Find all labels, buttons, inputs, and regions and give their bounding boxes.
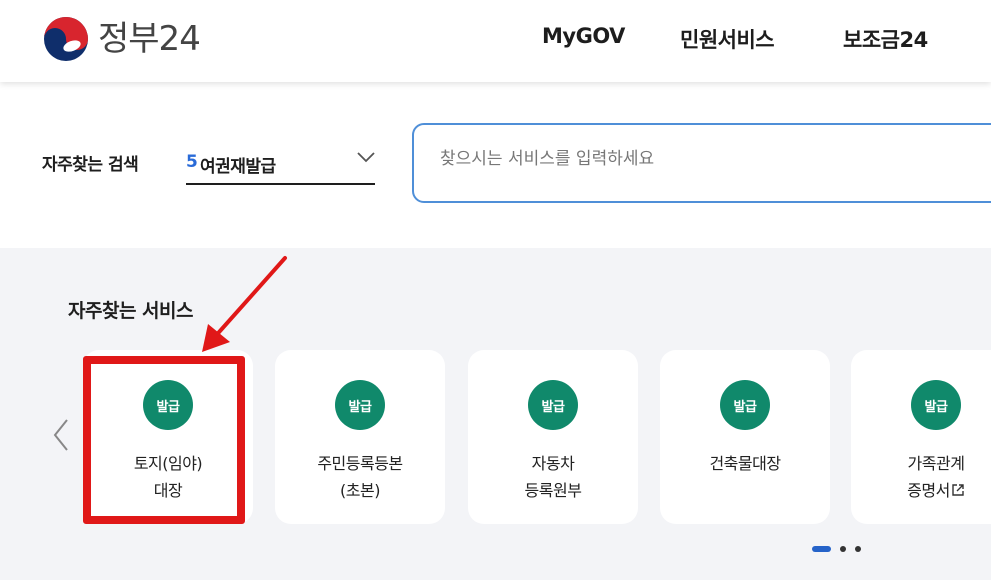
pagination-dot[interactable] [855, 546, 861, 552]
search-input[interactable] [440, 149, 960, 169]
search-box[interactable] [412, 123, 991, 203]
service-card-label: 건축물대장 [660, 450, 830, 477]
issue-badge: 발급 [335, 380, 385, 430]
service-card-line: 자동차 [531, 454, 575, 473]
pagination-dot-active[interactable] [812, 546, 831, 552]
gov24-logo[interactable]: 정부24 [42, 15, 201, 63]
nav-mygov[interactable]: MyGOV [542, 24, 625, 48]
frequent-services-title: 자주찾는 서비스 [68, 300, 193, 322]
service-card-label: 주민등록등본 (초본) [275, 450, 445, 504]
logo-text: 정부24 [98, 19, 201, 59]
pagination-dot[interactable] [840, 546, 846, 552]
search-section: 자주찾는 검색 5 여권재발급 [0, 82, 991, 248]
frequent-search-rank: 5 [186, 152, 198, 172]
service-card-line: (초본) [340, 481, 380, 500]
frequent-search-value: 여권재발급 [200, 157, 276, 177]
highlight-box [83, 356, 245, 524]
service-card-line: 건축물대장 [709, 454, 781, 473]
service-card-label: 가족관계 증명서 [851, 450, 991, 504]
service-card-family-certificate[interactable]: 발급 가족관계 증명서 [851, 350, 991, 524]
service-card-building-register[interactable]: 발급 건축물대장 [660, 350, 830, 524]
frequent-search-label: 자주찾는 검색 [42, 155, 139, 175]
chevron-down-icon[interactable] [356, 150, 376, 164]
service-card-vehicle-register[interactable]: 발급 자동차 등록원부 [468, 350, 638, 524]
nav-civil-service[interactable]: 민원서비스 [680, 24, 775, 54]
issue-badge: 발급 [911, 380, 961, 430]
annotation-arrow-icon [202, 256, 287, 352]
external-link-icon [952, 484, 964, 496]
service-card-line-text: 증명서 [907, 481, 950, 500]
service-card-line: 등록원부 [524, 481, 582, 500]
service-card-line: 주민등록등본 [317, 454, 403, 473]
service-card-resident-registration[interactable]: 발급 주민등록등본 (초본) [275, 350, 445, 524]
service-card-label: 자동차 등록원부 [468, 450, 638, 504]
taegeuk-logo-icon [44, 17, 88, 61]
nav-subsidy24[interactable]: 보조금24 [843, 24, 928, 54]
issue-badge: 발급 [528, 380, 578, 430]
service-card-line: 증명서 [851, 477, 991, 504]
carousel-pagination [812, 546, 861, 552]
chevron-left-icon[interactable] [52, 418, 70, 452]
site-header: 정부24 MyGOV 민원서비스 보조금24 [0, 0, 991, 82]
service-card-line: 가족관계 [907, 454, 965, 473]
issue-badge: 발급 [720, 380, 770, 430]
frequent-search-dropdown[interactable]: 5 여권재발급 [186, 144, 375, 185]
